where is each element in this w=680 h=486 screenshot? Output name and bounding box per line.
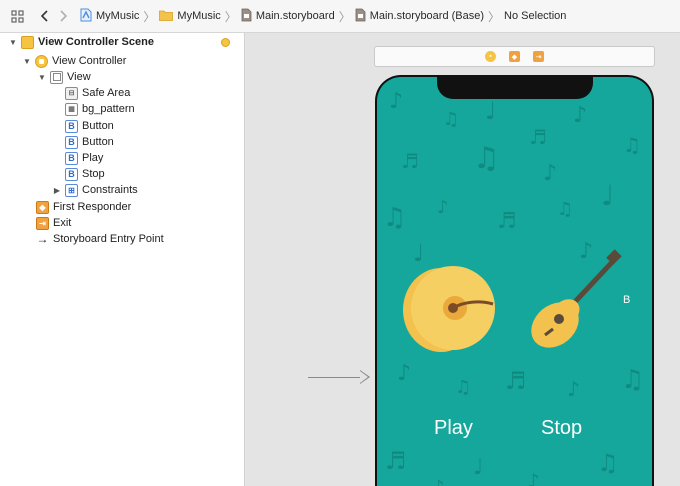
storyboard-canvas[interactable]: ▪ ◆ ⇥ ♪ ♫ ♩ ♬ ♪ ♫ ♬ ♫ ♪ ♩ ♫ ♪ ♬ ♫ ♩ ♪ ♪ … xyxy=(246,33,680,486)
outline-item-label: Stop xyxy=(82,168,105,180)
storyboard-file-icon xyxy=(355,8,366,25)
outline-item-label: View Controller xyxy=(52,55,127,67)
scene-dock[interactable]: ▪ ◆ ⇥ xyxy=(374,46,655,67)
outline-item-label: Storyboard Entry Point xyxy=(53,233,164,245)
outline-item-first-responder[interactable]: ◆ First Responder xyxy=(36,199,131,215)
outline-item-bg-pattern[interactable]: ▦ bg_pattern xyxy=(65,101,135,117)
view-controller-icon xyxy=(35,54,48,68)
stop-button[interactable]: Stop xyxy=(541,417,582,440)
button-icon: B xyxy=(65,135,78,149)
exit-icon: ⇥ xyxy=(36,216,49,230)
breadcrumb-separator: 〉 xyxy=(338,9,351,24)
outline-item-label: Button xyxy=(82,136,114,148)
outline-item-label: View xyxy=(67,71,91,83)
outline-item-label: Safe Area xyxy=(82,87,131,99)
project-icon xyxy=(80,8,92,25)
breadcrumb-separator: 〉 xyxy=(224,9,237,24)
breadcrumb-group-label: MyMusic xyxy=(177,10,221,22)
breadcrumb-selection[interactable]: No Selection xyxy=(504,0,566,33)
view-controller-dock-icon[interactable]: ▪ xyxy=(485,51,496,62)
disclosure-closed-icon[interactable]: ▶ xyxy=(52,185,62,195)
iphone-view[interactable]: ♪ ♫ ♩ ♬ ♪ ♫ ♬ ♫ ♪ ♩ ♫ ♪ ♬ ♫ ♩ ♪ ♪ ♫ ♬ ♪ … xyxy=(375,75,654,486)
breadcrumb-storyboard-label: Main.storyboard xyxy=(255,10,335,22)
forward-chevron-icon[interactable] xyxy=(54,7,72,25)
first-responder-dock-icon[interactable]: ◆ xyxy=(509,51,520,62)
outline-item-safe-area[interactable]: ⊟ Safe Area xyxy=(65,85,130,101)
document-outline: ▼ View Controller Scene ▼ View Controlle… xyxy=(0,33,245,486)
related-items-grid-icon[interactable] xyxy=(8,7,26,25)
safe-area-icon: ⊟ xyxy=(65,86,78,100)
button-icon: B xyxy=(65,119,78,133)
outline-item-label: First Responder xyxy=(53,201,132,213)
breadcrumb-project-label: MyMusic xyxy=(96,10,140,22)
constraints-icon: ⊞ xyxy=(65,183,78,197)
disclosure-open-icon[interactable]: ▼ xyxy=(8,37,18,47)
outline-item-view[interactable]: ▼ View xyxy=(37,69,91,85)
outline-item-exit[interactable]: ⇥ Exit xyxy=(36,215,71,231)
disclosure-open-icon[interactable]: ▼ xyxy=(22,56,32,66)
outline-item-label: Constraints xyxy=(82,184,138,196)
entry-point-arrow-line[interactable] xyxy=(308,377,366,378)
breadcrumb-separator: 〉 xyxy=(143,9,156,24)
outline-item-label: Play xyxy=(82,152,104,164)
entry-point-arrow-icon[interactable] xyxy=(360,370,370,384)
breadcrumb-storyboard[interactable]: Main.storyboard xyxy=(241,0,335,33)
play-button[interactable]: Play xyxy=(434,417,473,440)
guitar-button[interactable] xyxy=(525,249,625,353)
outline-item-label: View Controller Scene xyxy=(38,36,154,48)
outline-item-button[interactable]: B Button xyxy=(65,134,114,150)
outline-item-stop[interactable]: B Stop xyxy=(65,166,105,182)
outline-item-play[interactable]: B Play xyxy=(65,150,103,166)
outline-item-entry-point[interactable]: → Storyboard Entry Point xyxy=(36,231,164,247)
jump-bar: MyMusic 〉 MyMusic 〉 Main.storyboard 〉 Ma… xyxy=(0,0,680,33)
outline-item-scene[interactable]: ▼ View Controller Scene xyxy=(8,34,238,50)
breadcrumb-selection-label: No Selection xyxy=(504,10,567,22)
view-icon xyxy=(50,70,63,84)
image-view-icon: ▦ xyxy=(65,102,78,116)
breadcrumb-separator: 〉 xyxy=(488,9,501,24)
scene-badge-icon xyxy=(221,38,230,47)
outline-item-view-controller[interactable]: ▼ View Controller xyxy=(22,53,126,69)
storyboard-file-icon xyxy=(241,8,252,25)
breadcrumb-group[interactable]: MyMusic xyxy=(159,0,221,33)
device-notch xyxy=(437,77,593,99)
back-chevron-icon[interactable] xyxy=(36,7,54,25)
outline-item-button[interactable]: B Button xyxy=(65,118,114,134)
entry-arrow-icon: → xyxy=(36,232,49,246)
breadcrumb-project[interactable]: MyMusic xyxy=(80,0,139,33)
clipped-button-label[interactable]: B xyxy=(623,294,630,306)
breadcrumb-storyboard-base-label: Main.storyboard (Base) xyxy=(369,10,485,22)
button-icon: B xyxy=(65,167,78,181)
cymbal-button[interactable] xyxy=(401,264,501,354)
outline-item-constraints[interactable]: ▶ ⊞ Constraints xyxy=(52,182,138,198)
folder-icon xyxy=(159,9,174,24)
button-icon: B xyxy=(65,151,78,165)
outline-item-label: Exit xyxy=(53,217,72,229)
outline-item-label: Button xyxy=(82,120,114,132)
scene-icon xyxy=(21,35,34,49)
disclosure-open-icon[interactable]: ▼ xyxy=(37,72,47,82)
outline-item-label: bg_pattern xyxy=(82,103,135,115)
first-responder-icon: ◆ xyxy=(36,200,49,214)
exit-dock-icon[interactable]: ⇥ xyxy=(533,51,544,62)
breadcrumb-storyboard-base[interactable]: Main.storyboard (Base) xyxy=(355,0,484,33)
